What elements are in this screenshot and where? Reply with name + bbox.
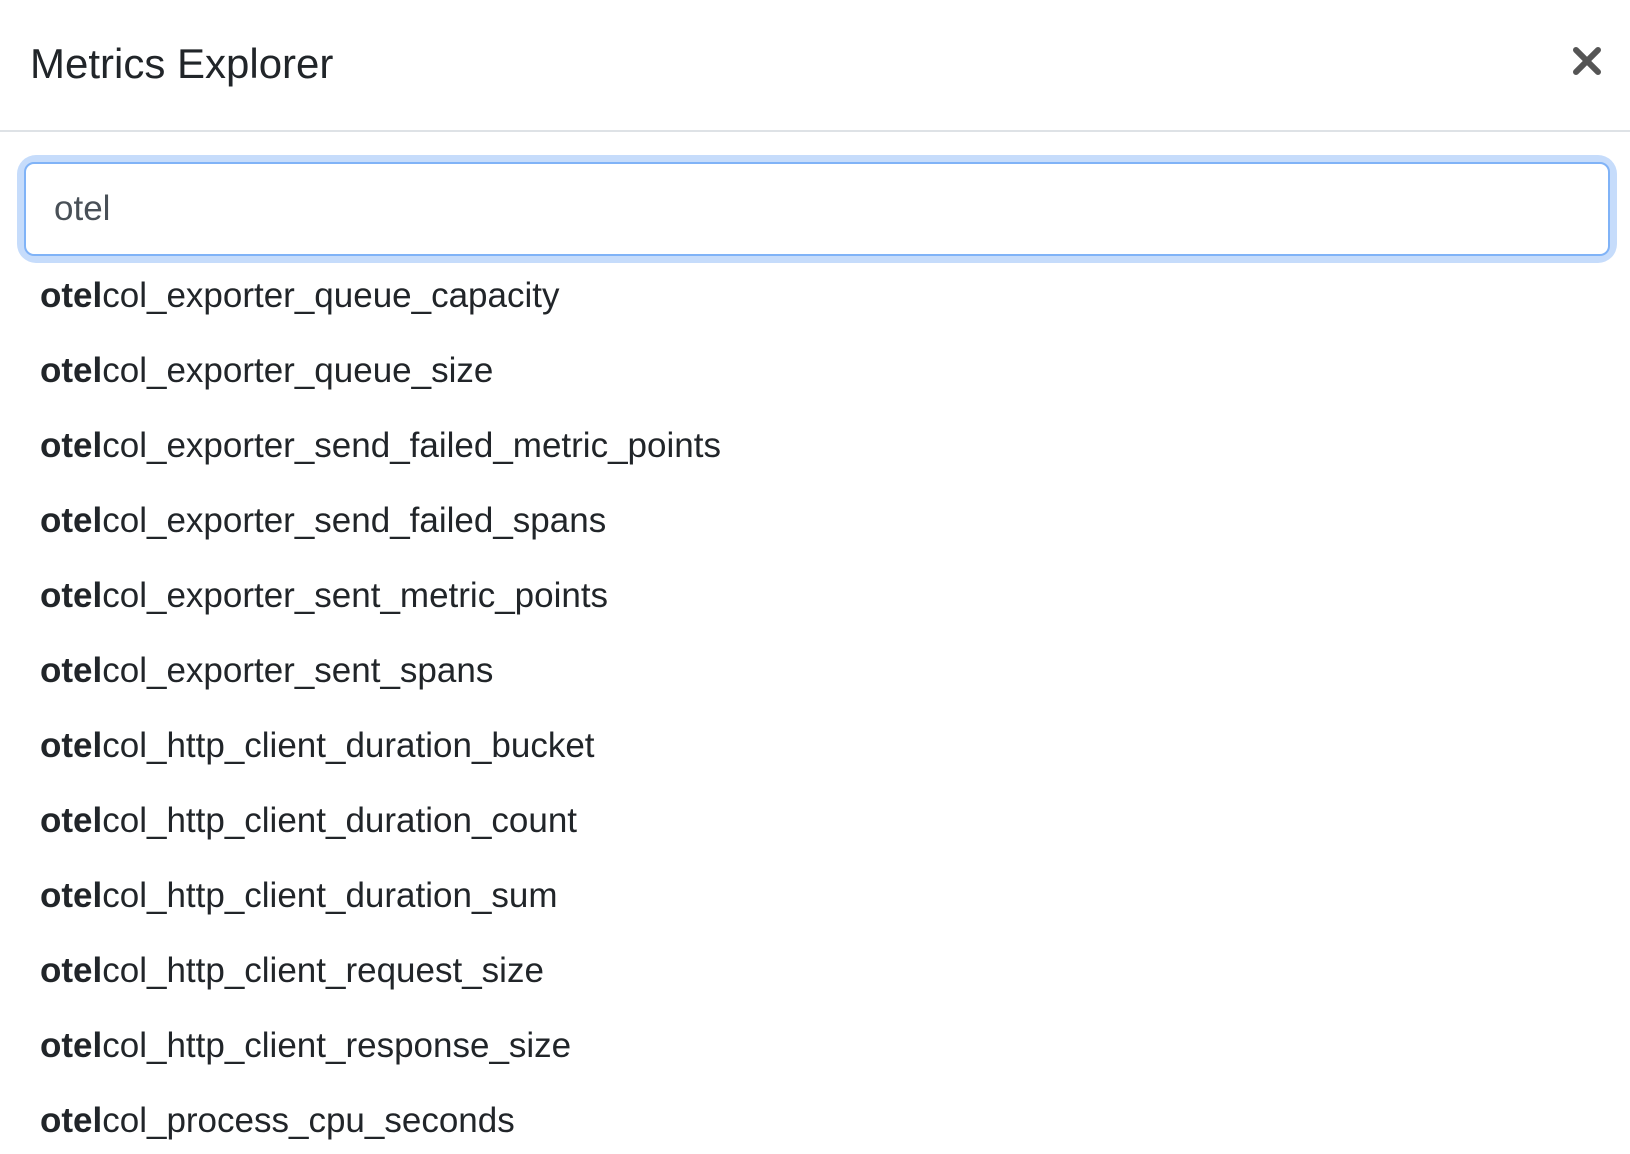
result-match-text: otel bbox=[40, 351, 103, 390]
metric-result-item[interactable]: otelcol_http_client_duration_bucket bbox=[40, 715, 1610, 790]
metric-result-item[interactable]: otelcol_http_client_response_size bbox=[40, 1015, 1610, 1090]
result-rest-text: col_http_client_duration_count bbox=[102, 801, 578, 840]
result-match-text: otel bbox=[40, 651, 103, 690]
result-rest-text: col_http_client_duration_bucket bbox=[102, 726, 595, 765]
metric-result-item[interactable]: otelcol_http_client_request_size bbox=[40, 940, 1610, 1015]
result-match-text: otel bbox=[40, 951, 103, 990]
metric-result-item[interactable]: otelcol_exporter_sent_spans bbox=[40, 640, 1610, 715]
search-field-wrapper bbox=[24, 162, 1610, 256]
metric-result-item[interactable]: otelcol_exporter_send_failed_spans bbox=[40, 490, 1610, 565]
modal-title: Metrics Explorer bbox=[30, 40, 334, 87]
result-match-text: otel bbox=[40, 276, 103, 315]
result-rest-text: col_exporter_queue_capacity bbox=[102, 276, 560, 315]
result-match-text: otel bbox=[40, 426, 103, 465]
result-rest-text: col_exporter_sent_metric_points bbox=[102, 576, 609, 615]
modal-header: Metrics Explorer bbox=[0, 0, 1630, 132]
result-match-text: otel bbox=[40, 501, 103, 540]
metric-search-input[interactable] bbox=[24, 162, 1610, 256]
metric-result-item[interactable]: otelcol_exporter_sent_metric_points bbox=[40, 565, 1610, 640]
result-rest-text: col_exporter_sent_spans bbox=[102, 651, 494, 690]
result-rest-text: col_exporter_send_failed_spans bbox=[102, 501, 607, 540]
result-rest-text: col_exporter_queue_size bbox=[102, 351, 494, 390]
metric-result-item[interactable]: otelcol_exporter_queue_capacity bbox=[40, 265, 1610, 340]
result-rest-text: col_process_cpu_seconds bbox=[102, 1101, 515, 1140]
result-match-text: otel bbox=[40, 1101, 103, 1140]
metric-result-item[interactable]: otelcol_exporter_queue_size bbox=[40, 340, 1610, 415]
metric-result-item[interactable]: otelcol_http_client_duration_count bbox=[40, 790, 1610, 865]
result-match-text: otel bbox=[40, 1026, 103, 1065]
metrics-explorer-modal: Metrics Explorer otelcol_exporter_queue_… bbox=[0, 0, 1630, 1154]
close-icon bbox=[1572, 46, 1602, 76]
result-rest-text: col_http_client_response_size bbox=[102, 1026, 572, 1065]
result-rest-text: col_http_client_request_size bbox=[102, 951, 544, 990]
metric-result-item[interactable]: otelcol_http_client_duration_sum bbox=[40, 865, 1610, 940]
result-match-text: otel bbox=[40, 876, 103, 915]
metric-result-item[interactable]: otelcol_process_cpu_seconds bbox=[40, 1090, 1610, 1154]
close-button[interactable] bbox=[1562, 36, 1612, 86]
modal-body: otelcol_exporter_queue_capacityotelcol_e… bbox=[0, 132, 1630, 1154]
result-match-text: otel bbox=[40, 576, 103, 615]
metric-results-list: otelcol_exporter_queue_capacity otelcol_e… bbox=[40, 265, 1610, 1154]
metric-result-item[interactable]: otelcol_exporter_send_failed_metric_poin… bbox=[40, 415, 1610, 490]
result-match-text: otel bbox=[40, 726, 103, 765]
result-rest-text: col_exporter_send_failed_metric_points bbox=[102, 426, 721, 465]
result-match-text: otel bbox=[40, 801, 103, 840]
result-rest-text: col_http_client_duration_sum bbox=[102, 876, 558, 915]
